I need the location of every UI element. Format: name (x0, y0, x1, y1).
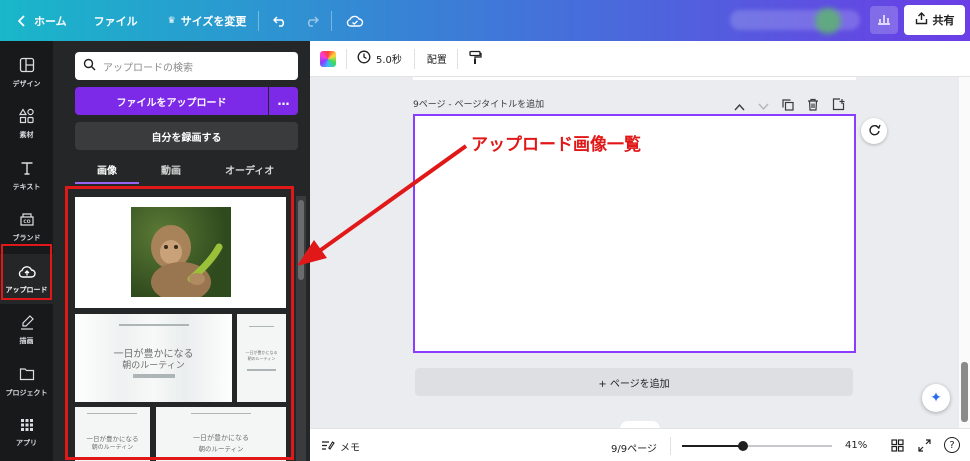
annotation-arrow (297, 144, 468, 266)
